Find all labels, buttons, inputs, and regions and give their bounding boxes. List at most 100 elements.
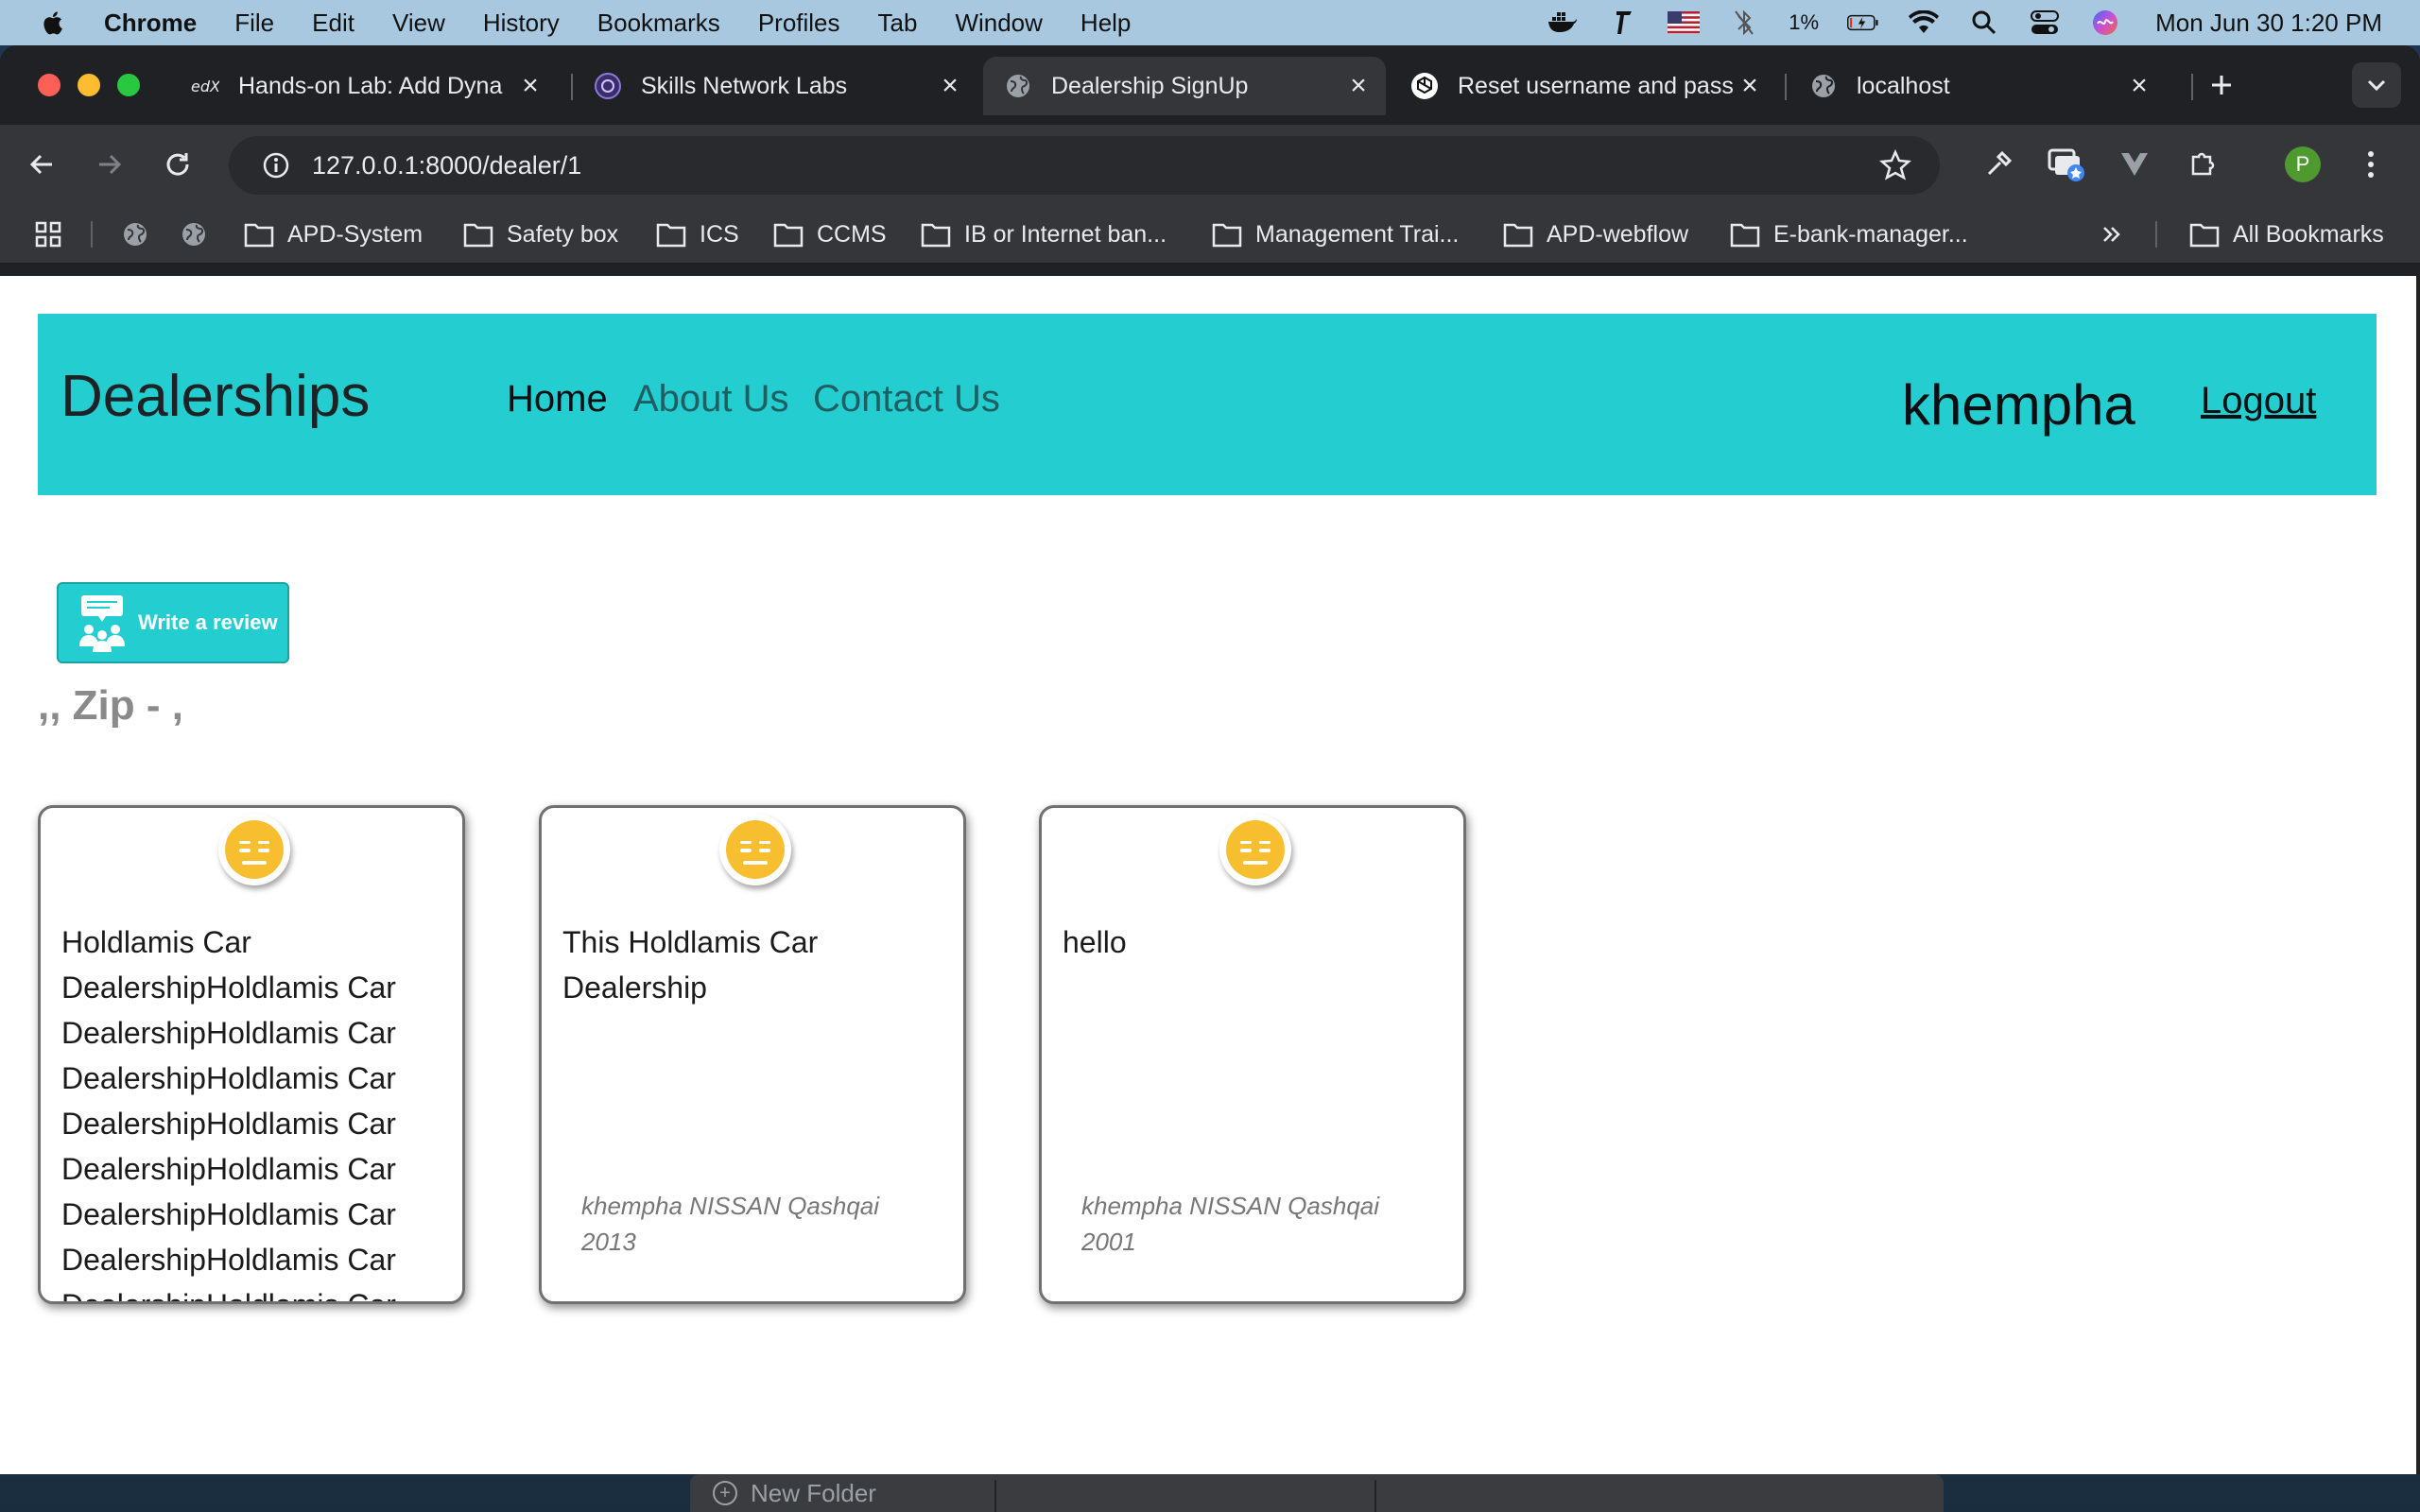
us-flag-input-source-icon[interactable] [1668,9,1701,37]
profile-avatar[interactable]: P [2282,144,2324,185]
window-close-button[interactable] [38,74,60,96]
new-folder-label[interactable]: New Folder [751,1479,876,1508]
bookmark-label: ICS [700,220,739,248]
menu-tab[interactable]: Tab [878,9,918,38]
tab-skills-network-labs[interactable]: Skills Network Labs × [573,57,977,115]
menu-bar-clock[interactable]: Mon Jun 30 1:20 PM [2155,9,2382,38]
bookmark-folder-e-bank-manager[interactable]: E-bank-manager... [1730,217,1968,251]
new-folder-plus-icon[interactable]: + [713,1481,737,1505]
address-bar[interactable]: 127.0.0.1:8000/dealer/1 [229,136,1940,195]
tab-close-icon[interactable]: × [2125,70,2153,101]
url-text[interactable]: 127.0.0.1:8000/dealer/1 [312,151,581,180]
bookmark-folder-safety-box[interactable]: Safety box [463,217,618,251]
bookmark-star-icon[interactable] [1879,149,1911,181]
bookmark-label: Safety box [507,220,619,248]
back-button[interactable] [21,144,62,185]
bookmark-label: CCMS [817,220,887,248]
bookmark-globe-2[interactable] [180,217,208,251]
battery-percent: 1% [1789,10,1820,34]
bookmarks-separator [91,221,93,248]
tab-hands-on-lab[interactable]: edX Hands-on Lab: Add Dyna × [170,57,558,115]
bookmarks-bar: APD-System Safety box ICS CCMS IB or Int… [0,204,2420,265]
globe-icon [1004,72,1032,100]
tab-title: Hands-on Lab: Add Dyna [238,72,503,99]
window-zoom-button[interactable] [117,74,140,96]
tab-reset-username[interactable]: Reset username and pass × [1390,57,1777,115]
folder-icon [2189,223,2220,248]
site-brand[interactable]: Dealerships [60,363,370,430]
vue-devtools-extension-icon[interactable] [2114,144,2155,185]
menu-history[interactable]: History [483,9,560,38]
apple-logo-icon[interactable] [40,9,68,37]
menu-help[interactable]: Help [1080,9,1131,38]
menu-view[interactable]: View [392,9,445,38]
neutral-face-icon [219,815,289,885]
logged-in-username: khempha [1902,373,2135,437]
control-center-icon[interactable] [2029,9,2061,37]
bookmark-folder-apd-webflow[interactable]: APD-webflow [1503,217,1688,251]
write-review-people-icon [79,595,125,652]
menu-app-chrome[interactable]: Chrome [104,9,197,38]
nav-contact-link[interactable]: Contact Us [813,378,1000,421]
tab-localhost[interactable]: localhost × [1789,57,2167,115]
forward-button[interactable] [89,144,130,185]
extensions-puzzle-icon[interactable] [2182,144,2223,185]
tab-strip: edX Hands-on Lab: Add Dyna × Skills Netw… [0,45,2420,125]
review-text: This Holdlamis Car Dealership [562,925,819,1005]
tab-search-button[interactable] [2352,62,2401,108]
nav-home-link[interactable]: Home [507,378,608,421]
reload-button[interactable] [157,144,199,185]
skills-network-icon [594,72,622,100]
site-info-icon[interactable] [257,146,295,184]
tab-close-icon[interactable]: × [1736,70,1764,101]
profile-initial: P [2295,152,2310,176]
apps-grid-icon[interactable] [34,217,62,251]
new-tab-button[interactable] [2201,64,2242,106]
bookmark-folder-ccms[interactable]: CCMS [773,217,887,251]
globe-icon [182,223,205,246]
tab-close-icon[interactable]: × [936,70,964,101]
spotlight-search-icon[interactable] [1968,9,2000,37]
logout-link[interactable]: Logout [2201,380,2316,422]
all-bookmarks-folder[interactable]: All Bookmarks [2189,217,2384,251]
menu-file[interactable]: File [234,9,274,38]
tab-close-icon[interactable]: × [516,70,544,101]
tab-dealership-signup[interactable]: Dealership SignUp × [983,57,1386,115]
globe-icon [1809,72,1838,100]
nav-about-link[interactable]: About Us [633,378,789,421]
hammer-icon[interactable] [1607,9,1639,37]
bookmark-folder-management-training[interactable]: Management Trai... [1212,217,1459,251]
page-viewport: Dealerships Home About Us Contact Us khe… [0,276,2416,1474]
bookmark-folder-ics[interactable]: ICS [656,217,739,251]
bookmark-folder-apd-system[interactable]: APD-System [244,217,423,251]
chrome-menu-icon[interactable] [2350,144,2392,185]
siri-icon[interactable] [2089,9,2121,37]
tab-close-icon[interactable]: × [1344,70,1373,101]
menu-edit[interactable]: Edit [312,9,354,38]
menu-window[interactable]: Window [955,9,1042,38]
docker-icon[interactable] [1547,9,1579,37]
bookmark-label: APD-webflow [1547,220,1689,248]
svg-text:edX: edX [191,77,219,95]
tab-title: Skills Network Labs [641,72,848,99]
write-review-button[interactable]: Write a review [57,582,289,663]
dealer-address: ,, Zip - , [38,682,183,729]
menu-bookmarks[interactable]: Bookmarks [597,9,720,38]
review-card: hello khempha NISSAN Qashqai 2001 [1039,805,1466,1304]
chrome-window: edX Hands-on Lab: Add Dyna × Skills Netw… [0,45,2420,1474]
bookmark-label: APD-System [287,220,424,248]
bookmark-label: IB or Internet ban... [964,220,1167,248]
bookmark-globe-1[interactable] [121,217,149,251]
bookmarks-overflow-chevron-icon[interactable] [2100,217,2123,251]
menu-profiles[interactable]: Profiles [758,9,840,38]
review-card: This Holdlamis Car Dealership khempha NI… [539,805,966,1304]
bluetooth-off-icon[interactable] [1728,9,1760,37]
window-minimize-button[interactable] [78,74,100,96]
eyedropper-extension-icon[interactable] [1978,144,2019,185]
bookmark-folder-ib-internet-banking[interactable]: IB or Internet ban... [921,217,1167,251]
battery-charging-icon[interactable] [1847,9,1879,37]
wifi-icon[interactable] [1908,9,1940,37]
folder-icon [463,223,493,248]
bookmark-label: E-bank-manager... [1773,220,1968,248]
screen-share-extension-icon[interactable] [2046,144,2087,185]
